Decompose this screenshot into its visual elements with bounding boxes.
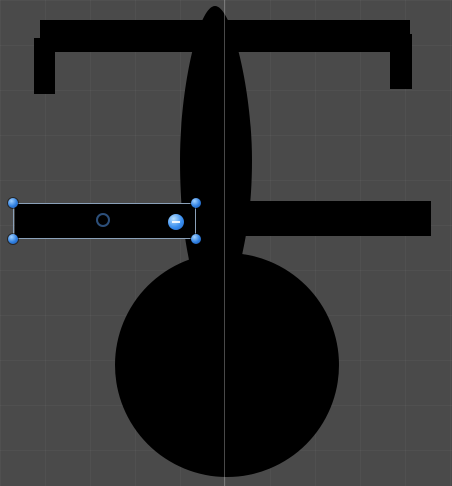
artwork xyxy=(15,6,431,477)
base-circle-shape[interactable] xyxy=(115,253,339,477)
bottom-right-handle[interactable] xyxy=(191,234,201,244)
top-right-handle[interactable] xyxy=(191,198,201,208)
left-tab-shape[interactable] xyxy=(34,38,55,94)
right-tab-shape[interactable] xyxy=(390,34,412,89)
bottom-left-handle[interactable] xyxy=(8,234,18,244)
rotation-handle-icon[interactable] xyxy=(168,214,184,230)
vertical-guide-line xyxy=(224,0,225,486)
top-left-handle[interactable] xyxy=(8,198,18,208)
anchor-point-icon[interactable] xyxy=(96,213,110,227)
right-arm-shape[interactable] xyxy=(236,201,431,236)
editor-canvas[interactable] xyxy=(0,0,452,486)
